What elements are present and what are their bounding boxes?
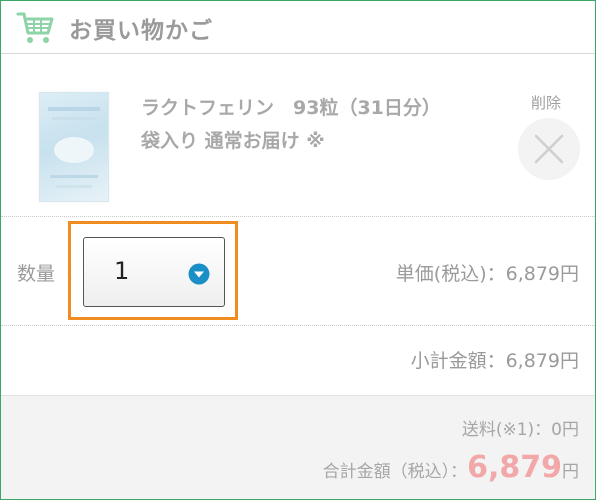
cart-panel: お買い物かご ラクトフェリン 93粒（31日分） 袋入り 通常お届け ※ 削除 … <box>0 0 596 500</box>
total-amount: 6,879 <box>467 450 562 485</box>
subtotal-price: 小計金額：6,879円 <box>410 350 579 372</box>
cart-item: ラクトフェリン 93粒（31日分） 袋入り 通常お届け ※ 削除 <box>1 54 595 217</box>
order-summary: 送料(※1)：0円 合計金額（税込）：6,879円 <box>1 395 595 499</box>
quantity-label: 数量 <box>17 263 56 285</box>
subtotal-row: 小計金額：6,879円 <box>1 326 595 394</box>
quantity-select[interactable]: 1 <box>83 237 225 307</box>
total-line: 合計金額（税込）：6,879円 <box>323 450 579 485</box>
delete-label: 削除 <box>531 94 562 112</box>
delete-button[interactable] <box>518 118 580 180</box>
product-title: ラクトフェリン 93粒（31日分） <box>141 97 441 119</box>
shipping-fee: 送料(※1)：0円 <box>461 420 579 440</box>
shopping-cart-icon <box>15 7 55 47</box>
quantity-value: 1 <box>114 257 130 285</box>
chevron-down-circle-icon <box>188 263 210 289</box>
total-unit: 円 <box>562 462 579 482</box>
product-option: 袋入り 通常お届け ※ <box>141 130 325 152</box>
product-image[interactable] <box>39 92 109 202</box>
cart-header: お買い物かご <box>1 1 595 54</box>
product-name: ラクトフェリン 93粒（31日分） 袋入り 通常お届け ※ <box>141 92 511 158</box>
page-title: お買い物かご <box>69 18 213 44</box>
quantity-row: 数量 ： 1 単価(税込)：6,879円 <box>1 217 595 326</box>
unit-price: 単価(税込)：6,879円 <box>395 263 579 285</box>
total-label: 合計金額（税込）： <box>322 462 468 482</box>
